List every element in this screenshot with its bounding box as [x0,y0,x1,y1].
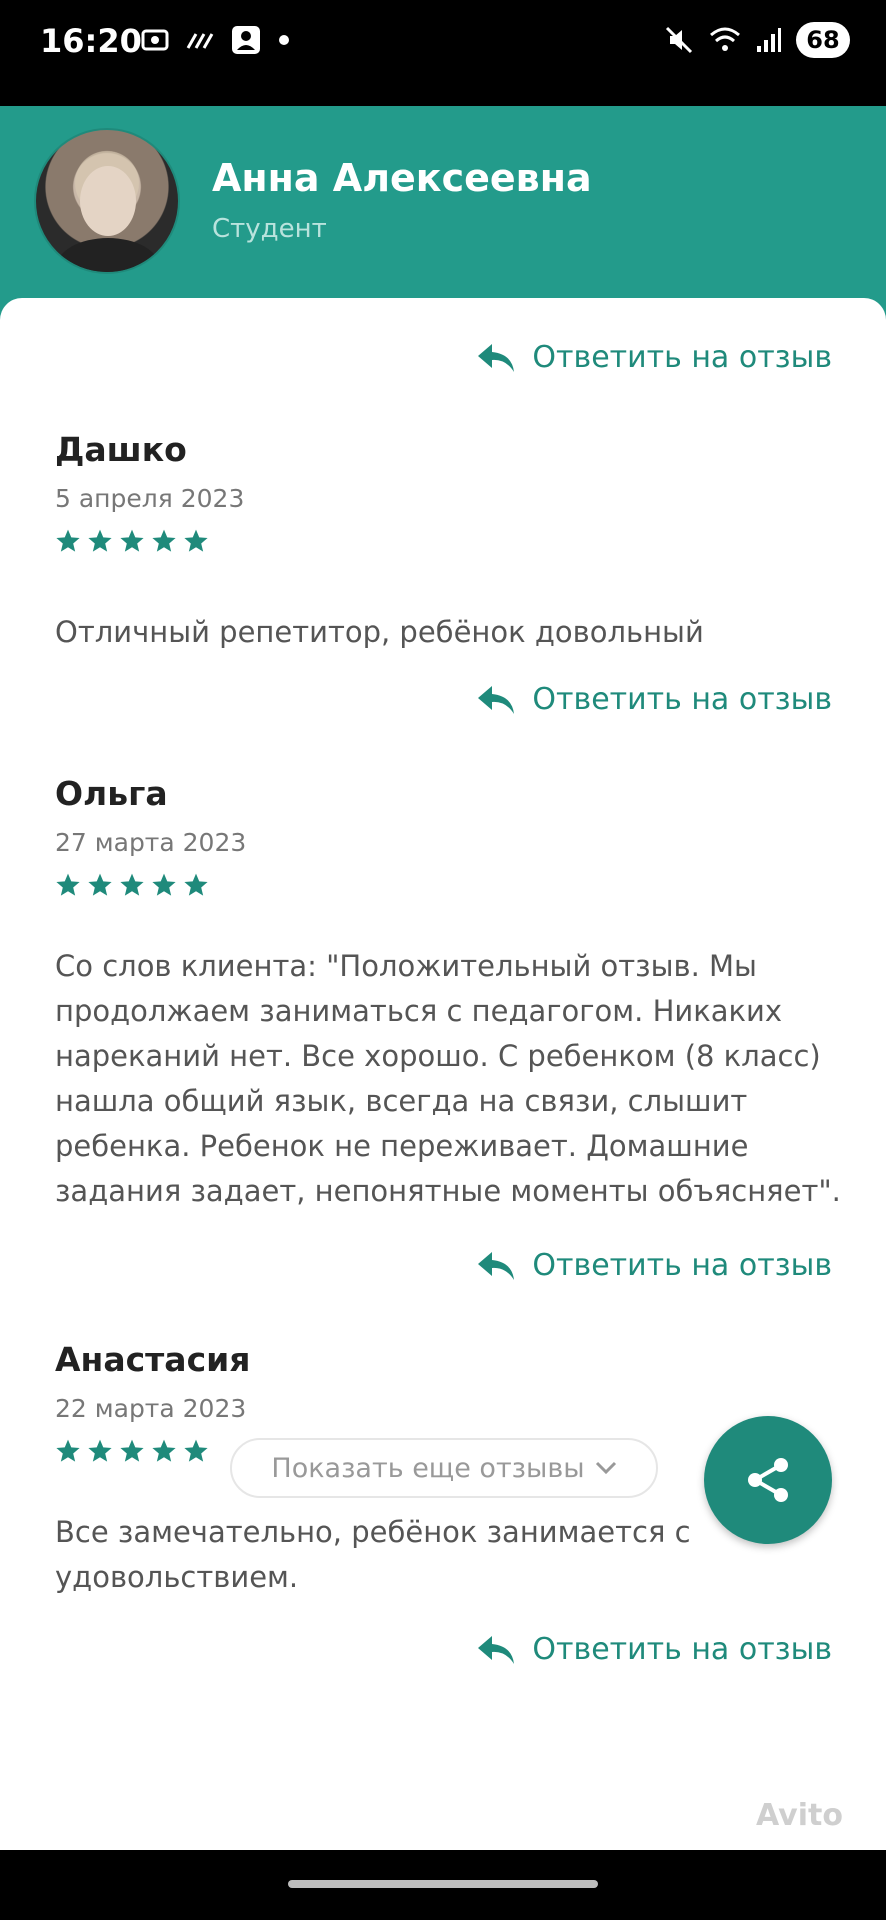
reply-label: Ответить на отзыв [532,1248,832,1283]
star-icon [152,1439,176,1462]
star-icon [120,529,144,552]
dot-icon [279,35,289,45]
reply-button[interactable]: Ответить на отзыв [476,1248,832,1283]
reply-button[interactable]: Ответить на отзыв [476,1632,832,1667]
star-icon [56,873,80,896]
avatar[interactable] [34,128,180,274]
star-icon [56,1439,80,1462]
chevron-down-icon [595,1461,616,1475]
reply-arrow-icon [478,685,515,714]
reply-button[interactable]: Ответить на отзыв [476,682,832,717]
wifi-icon [710,27,740,51]
signal-icon [757,28,781,52]
share-icon [748,1458,788,1502]
show-more-label: Показать еще отзывы [271,1452,585,1484]
review-text: Со слов клиента: "Положительный отзыв. М… [55,949,841,1208]
mute-icon [665,26,693,54]
star-icon [120,873,144,896]
system-nav-bar [0,1850,886,1920]
star-icon [88,1439,112,1462]
avatar-body [56,238,160,272]
review-rating [55,528,209,554]
status-bar: 16:20 68 [0,0,886,106]
star-icon [184,873,208,896]
show-more-reviews-button[interactable]: Показать еще отзывы [230,1438,658,1498]
reply-label: Ответить на отзыв [532,340,832,375]
review-text: Отличный репетитор, ребёнок довольный [55,615,704,649]
review-date: 5 апреля 2023 [55,484,245,513]
review-rating [55,1438,209,1464]
star-icon [88,873,112,896]
star-icon [120,1439,144,1462]
star-icon [184,1439,208,1462]
review-author: Ольга [55,774,168,813]
review-rating [55,872,209,898]
contact-card-icon [232,26,260,54]
status-time: 16:20 [40,22,142,60]
avito-watermark: Avito [756,1798,843,1833]
battery-indicator: 68 [796,22,850,58]
profile-role: Студент [212,214,327,244]
star-icon [56,529,80,552]
profile-header: Анна Алексеевна Студент [0,106,886,320]
data-icon [186,33,214,49]
reply-label: Ответить на отзыв [532,682,832,717]
status-icons-left [140,24,290,56]
review-author: Анастасия [55,1340,251,1379]
reply-arrow-icon [478,1251,515,1280]
star-icon [184,529,208,552]
avatar-face [80,166,136,236]
star-icon [152,873,176,896]
home-gesture-handle[interactable] [288,1880,598,1888]
reply-label: Ответить на отзыв [532,1632,832,1667]
reply-arrow-icon [478,343,515,372]
review-author: Дашко [55,430,187,469]
star-icon [88,529,112,552]
star-icon [152,529,176,552]
reviews-card: Ответить на отзыв Дашко 5 апреля 2023 От… [0,298,886,1850]
status-icons-right: 68 [664,22,850,58]
reply-arrow-icon [478,1635,515,1664]
profile-name: Анна Алексеевна [212,156,592,200]
review-date: 22 марта 2023 [55,1394,247,1423]
screenshot-icon [141,29,169,51]
reply-button[interactable]: Ответить на отзыв [476,340,832,375]
share-button[interactable] [704,1416,832,1544]
review-date: 27 марта 2023 [55,828,247,857]
